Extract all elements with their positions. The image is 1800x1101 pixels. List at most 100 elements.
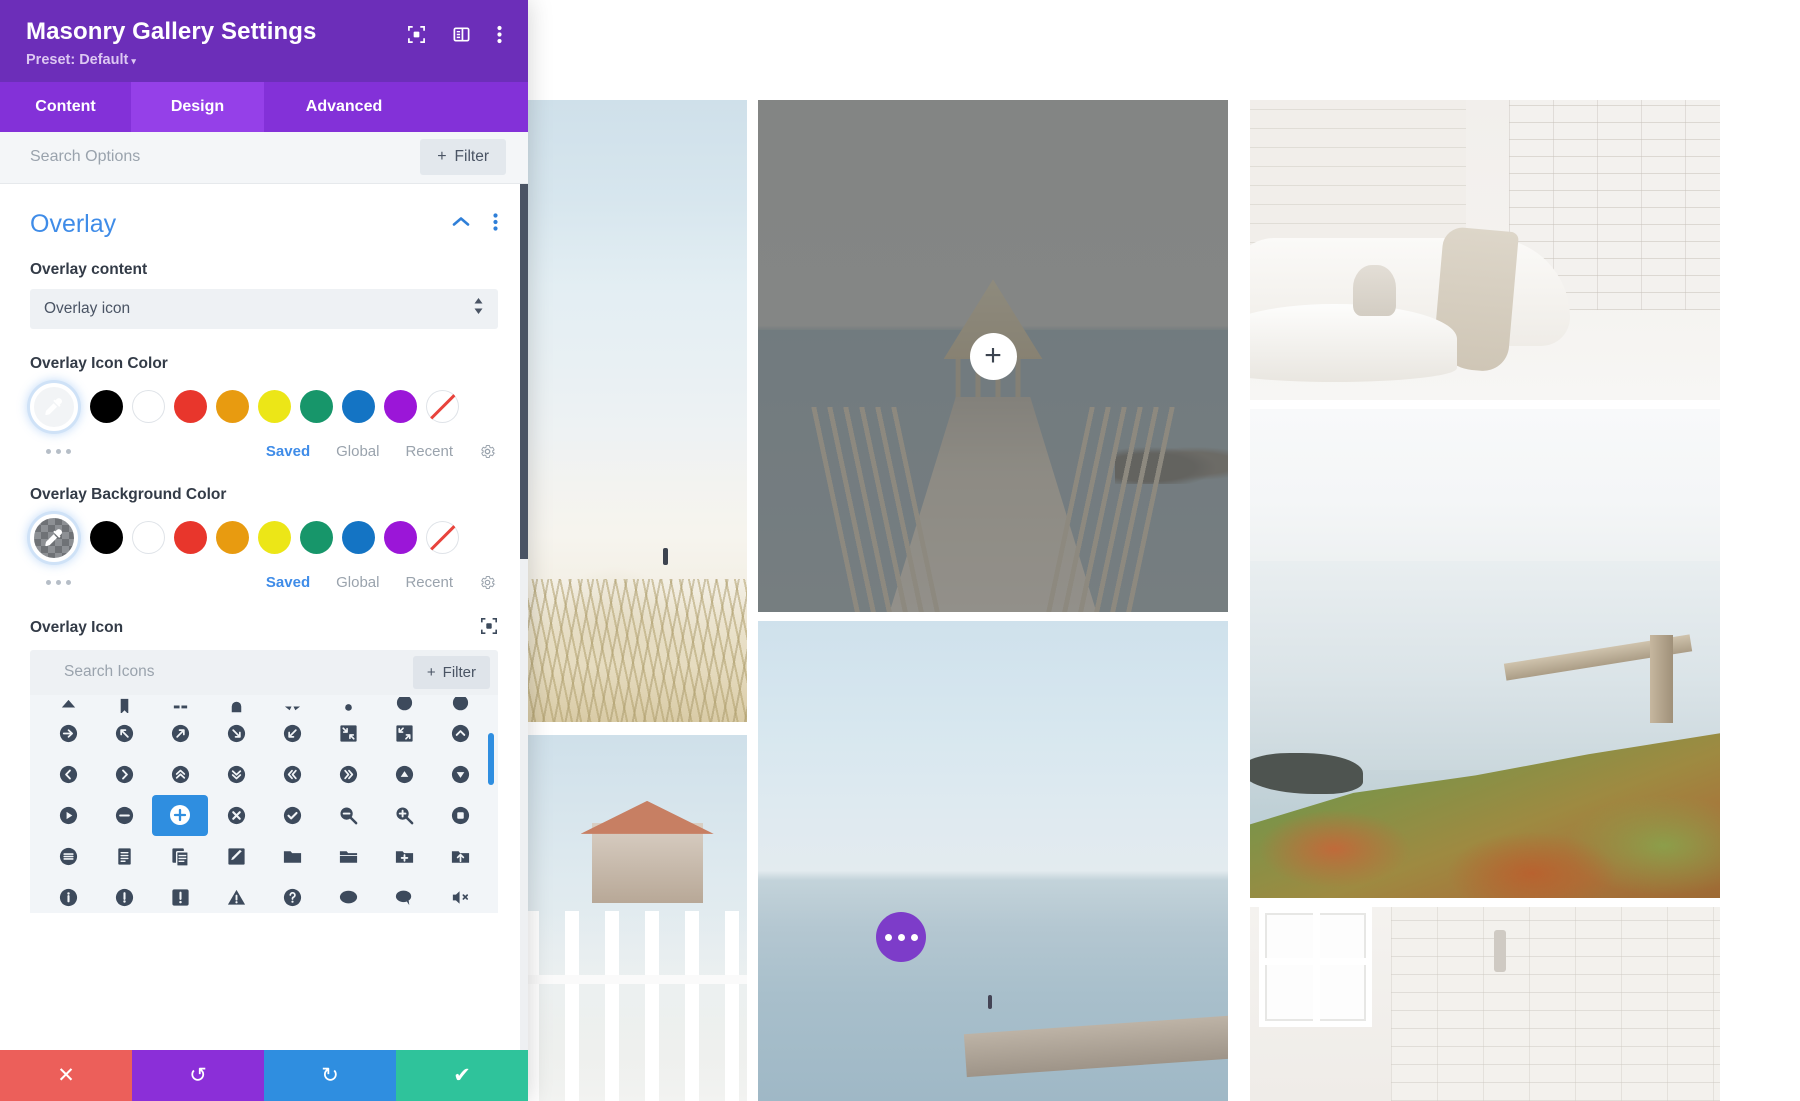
swatch-none[interactable] [426, 521, 459, 555]
tab-content[interactable]: Content [0, 82, 131, 132]
icon-gear-partial-icon[interactable] [320, 697, 376, 713]
eyedropper-swatch-transparent-selected[interactable] [30, 513, 78, 562]
settings-panel-scroll-area[interactable]: Overlay Overlay content Overlay icon Ove… [0, 183, 528, 1050]
icon-play-circle-icon[interactable] [40, 795, 96, 836]
icon-chat-bubble-icon[interactable] [320, 877, 376, 913]
icon-picker-grid-wrapper[interactable] [30, 694, 498, 913]
icon-check-circle-icon[interactable] [264, 795, 320, 836]
swatch-green[interactable] [300, 521, 333, 555]
icon-triangle-down-circle-icon[interactable] [432, 754, 488, 795]
icon-chevron-down2-partial-icon[interactable] [432, 696, 488, 713]
settings-panel-scrollbar[interactable] [520, 183, 528, 1050]
icon-folder-upload-icon[interactable] [432, 836, 488, 877]
icon-minus-circle-icon[interactable] [96, 795, 152, 836]
swatch-black[interactable] [90, 521, 123, 555]
gallery-tile-room[interactable] [1250, 100, 1720, 400]
icon-arrows-partial-icon[interactable] [152, 697, 208, 713]
swatch-green[interactable] [300, 390, 333, 424]
icon-compress-square-icon[interactable] [320, 713, 376, 754]
icon-menu-circle-icon[interactable] [40, 836, 96, 877]
icon-document-lines-icon[interactable] [96, 836, 152, 877]
kebab-menu-icon[interactable] [497, 25, 502, 44]
icon-zoom-in-icon[interactable] [376, 795, 432, 836]
swatch-black[interactable] [90, 390, 123, 424]
icon-arrow-up-left-circle-icon[interactable] [96, 713, 152, 754]
gallery-tile-overlay[interactable]: + [758, 100, 1228, 612]
icon-chevrons-up-circle-icon[interactable] [152, 754, 208, 795]
icon-arrow-right-circle-icon[interactable] [40, 713, 96, 754]
gear-icon[interactable] [479, 574, 496, 591]
icon-curve-partial-icon[interactable] [208, 697, 264, 713]
swatch-blue[interactable] [342, 390, 375, 424]
icon-arrow-up-partial-icon[interactable] [40, 697, 96, 713]
gallery-tile-dune[interactable] [525, 100, 747, 722]
swatch-orange[interactable] [216, 390, 249, 424]
swatch-purple[interactable] [384, 390, 417, 424]
focus-icon[interactable] [407, 25, 426, 44]
swatch-red[interactable] [174, 390, 207, 424]
swatch-yellow[interactable] [258, 521, 291, 555]
overlay-content-select[interactable]: Overlay icon [30, 288, 498, 329]
gallery-tile-longpier[interactable] [758, 621, 1228, 1101]
icon-info-circle-icon[interactable] [40, 877, 96, 913]
discard-button[interactable]: ✕ [0, 1050, 132, 1101]
swatch-none[interactable] [426, 390, 459, 424]
color-tab-recent[interactable]: Recent [405, 574, 453, 591]
swatch-orange[interactable] [216, 521, 249, 555]
chevron-up-icon[interactable] [451, 215, 471, 233]
search-options-input[interactable] [30, 148, 421, 167]
add-module-dots-button[interactable] [876, 912, 926, 962]
swatch-white[interactable] [132, 521, 165, 555]
color-tab-saved[interactable]: Saved [266, 574, 310, 591]
icon-question-circle-icon[interactable] [264, 877, 320, 913]
icon-bookmark-partial-icon[interactable] [96, 697, 152, 713]
search-icons-input[interactable] [64, 663, 413, 682]
gallery-tile-cliff[interactable] [1250, 561, 1720, 898]
icon-chevrons-left-circle-icon[interactable] [264, 754, 320, 795]
focus-icon[interactable] [480, 617, 498, 640]
icon-exclamation-square-icon[interactable] [152, 877, 208, 913]
icon-exclamation-circle-icon[interactable] [96, 877, 152, 913]
icon-zoom-out-icon[interactable] [320, 795, 376, 836]
icon-triangle-up-circle-icon[interactable] [376, 754, 432, 795]
gear-icon[interactable] [479, 443, 496, 460]
icon-x-circle-icon[interactable] [208, 795, 264, 836]
icon-chevron-down-partial-icon[interactable] [376, 696, 432, 713]
icon-folder-icon[interactable] [264, 836, 320, 877]
undo-button[interactable]: ↺ [132, 1050, 264, 1101]
layout-panel-icon[interactable] [452, 25, 471, 44]
color-tab-global[interactable]: Global [336, 443, 379, 460]
filter-options-button[interactable]: + Filter [420, 139, 506, 176]
icon-arrows-out-partial-icon[interactable] [264, 697, 320, 713]
gallery-tile-pale[interactable] [1250, 409, 1720, 561]
kebab-menu-icon[interactable] [493, 212, 498, 236]
icon-volume-mute-icon[interactable] [432, 877, 488, 913]
scrollbar-thumb[interactable] [520, 183, 528, 559]
overlay-plus-icon[interactable]: + [969, 332, 1017, 380]
icon-chevrons-right-circle-icon[interactable] [320, 754, 376, 795]
icon-chat-bubble-tail-icon[interactable] [376, 877, 432, 913]
icon-documents-copy-icon[interactable] [152, 836, 208, 877]
gallery-tile-pier[interactable]: + [758, 100, 1228, 612]
swatch-yellow[interactable] [258, 390, 291, 424]
icon-grid-scrollbar[interactable] [488, 732, 494, 785]
icon-folder-open-icon[interactable] [320, 836, 376, 877]
icon-warning-triangle-icon[interactable] [208, 877, 264, 913]
color-tab-recent[interactable]: Recent [405, 443, 453, 460]
more-options-dots[interactable] [30, 448, 71, 454]
more-options-dots[interactable] [30, 579, 71, 585]
icon-pencil-square-icon[interactable] [208, 836, 264, 877]
icon-arrow-down-left-circle-icon[interactable] [264, 713, 320, 754]
eyedropper-swatch-selected[interactable] [30, 382, 78, 431]
color-tab-global[interactable]: Global [336, 574, 379, 591]
icon-folder-plus-icon[interactable] [376, 836, 432, 877]
preset-selector[interactable]: Preset: Default ▾ [26, 52, 317, 68]
gallery-tile-fence[interactable] [525, 735, 747, 1101]
swatch-purple[interactable] [384, 521, 417, 555]
icon-plus-circle-icon[interactable] [152, 794, 208, 836]
color-tab-saved[interactable]: Saved [266, 443, 310, 460]
icon-chevrons-down-circle-icon[interactable] [208, 754, 264, 795]
icon-chevron-right-circle-icon[interactable] [96, 754, 152, 795]
icon-arrow-up-right-circle-icon[interactable] [152, 713, 208, 754]
filter-icons-button[interactable]: + Filter [412, 655, 490, 689]
